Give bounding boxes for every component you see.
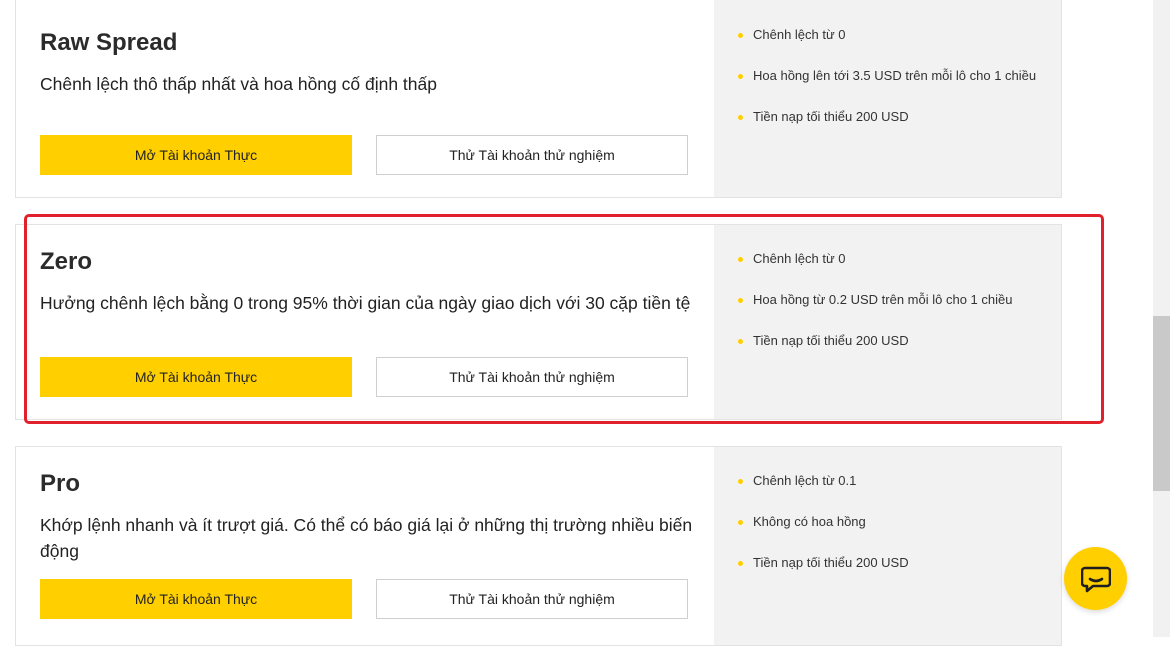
feature-item: Chênh lệch từ 0.1: [738, 471, 1038, 491]
account-card-zero: Zero Hưởng chênh lệch bằng 0 trong 95% t…: [15, 224, 1062, 420]
feature-item: Hoa hồng lên tới 3.5 USD trên mỗi lô cho…: [738, 66, 1038, 86]
open-live-account-button[interactable]: Mở Tài khoản Thực: [40, 135, 352, 175]
bullet-dot-icon: [738, 298, 743, 303]
account-title: Pro: [40, 470, 81, 497]
feature-text: Không có hoa hồng: [753, 514, 866, 529]
open-live-account-button[interactable]: Mở Tài khoản Thực: [40, 579, 352, 619]
account-title: Raw Spread: [40, 29, 178, 56]
feature-text: Hoa hồng từ 0.2 USD trên mỗi lô cho 1 ch…: [753, 292, 1013, 307]
account-description: Hưởng chênh lệch bằng 0 trong 95% thời g…: [40, 293, 691, 313]
account-card-main: Raw Spread Chênh lệch thô thấp nhất và h…: [16, 0, 714, 197]
scrollbar-thumb[interactable]: [1153, 316, 1170, 491]
account-title: Zero: [40, 248, 93, 275]
account-types-page: Raw Spread Chênh lệch thô thấp nhất và h…: [0, 0, 1103, 646]
feature-text: Chênh lệch từ 0.1: [753, 473, 857, 488]
account-card-pro: Pro Khớp lệnh nhanh và ít trượt giá. Có …: [15, 446, 1062, 646]
bullet-dot-icon: [738, 520, 743, 525]
bullet-dot-icon: [738, 561, 743, 566]
account-card-main: Pro Khớp lệnh nhanh và ít trượt giá. Có …: [16, 447, 714, 645]
bullet-dot-icon: [738, 257, 743, 262]
bullet-dot-icon: [738, 115, 743, 120]
feature-item: Tiền nạp tối thiểu 200 USD: [738, 331, 1038, 351]
bullet-dot-icon: [738, 479, 743, 484]
account-card-main: Zero Hưởng chênh lệch bằng 0 trong 95% t…: [16, 225, 714, 419]
account-description: Chênh lệch thô thấp nhất và hoa hồng cố …: [40, 74, 437, 94]
feature-item: Không có hoa hồng: [738, 512, 1038, 532]
account-features-panel: Chênh lệch từ 0.1 Không có hoa hồng Tiền…: [714, 447, 1061, 645]
feature-item: Chênh lệch từ 0: [738, 249, 1038, 269]
account-card-raw-spread: Raw Spread Chênh lệch thô thấp nhất và h…: [15, 0, 1062, 198]
feature-item: Tiền nạp tối thiểu 200 USD: [738, 553, 1038, 573]
feature-item: Chênh lệch từ 0: [738, 25, 1038, 45]
try-demo-account-button[interactable]: Thử Tài khoản thử nghiệm: [376, 135, 688, 175]
chat-button[interactable]: [1064, 547, 1127, 610]
feature-list: Chênh lệch từ 0 Hoa hồng từ 0.2 USD trên…: [738, 249, 1038, 372]
feature-list: Chênh lệch từ 0.1 Không có hoa hồng Tiền…: [738, 471, 1038, 594]
feature-item: Hoa hồng từ 0.2 USD trên mỗi lô cho 1 ch…: [738, 290, 1038, 310]
bullet-dot-icon: [738, 339, 743, 344]
feature-text: Hoa hồng lên tới 3.5 USD trên mỗi lô cho…: [753, 68, 1037, 83]
bullet-dot-icon: [738, 74, 743, 79]
feature-text: Tiền nạp tối thiểu 200 USD: [753, 109, 909, 124]
account-features-panel: Chênh lệch từ 0 Hoa hồng lên tới 3.5 USD…: [714, 0, 1061, 197]
bullet-dot-icon: [738, 33, 743, 38]
feature-text: Tiền nạp tối thiểu 200 USD: [753, 555, 909, 570]
try-demo-account-button[interactable]: Thử Tài khoản thử nghiệm: [376, 357, 688, 397]
try-demo-account-button[interactable]: Thử Tài khoản thử nghiệm: [376, 579, 688, 619]
feature-list: Chênh lệch từ 0 Hoa hồng lên tới 3.5 USD…: [738, 25, 1038, 148]
account-features-panel: Chênh lệch từ 0 Hoa hồng từ 0.2 USD trên…: [714, 225, 1061, 419]
open-live-account-button[interactable]: Mở Tài khoản Thực: [40, 357, 352, 397]
chat-bubble-icon: [1080, 566, 1111, 592]
feature-text: Chênh lệch từ 0: [753, 27, 846, 42]
feature-text: Chênh lệch từ 0: [753, 251, 846, 266]
feature-item: Tiền nạp tối thiểu 200 USD: [738, 107, 1038, 127]
feature-text: Tiền nạp tối thiểu 200 USD: [753, 333, 909, 348]
account-description: Khớp lệnh nhanh và ít trượt giá. Có thể …: [40, 515, 693, 561]
